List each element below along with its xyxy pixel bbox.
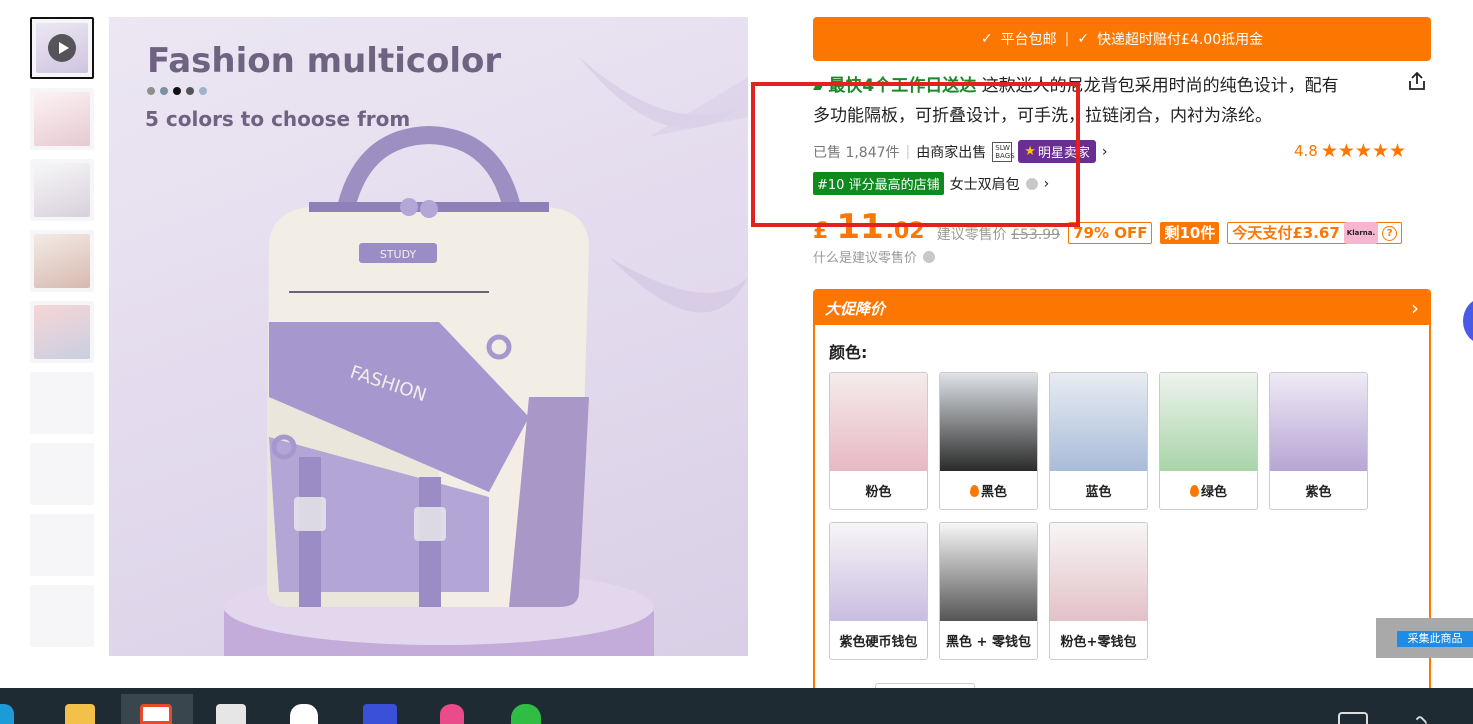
stock-tag[interactable]: 剩10件 [1160, 222, 1220, 244]
check-icon: ✓ [980, 31, 993, 47]
color-option-label: 紫色 [1305, 485, 1332, 500]
thumbnail-6[interactable] [30, 372, 94, 434]
thumbnail-2[interactable] [30, 88, 94, 150]
rrp-label: 建议零售价 [936, 227, 1007, 243]
shipping-banner[interactable]: ✓ 平台包邮 | ✓ 快递超时赔付£4.00抵用金 [813, 17, 1431, 61]
image-title: Fashion multicolor [147, 41, 502, 81]
rating[interactable]: 4.8 ★★★★★ [1294, 140, 1406, 162]
thumbnail-9[interactable] [30, 585, 94, 647]
notepad-icon[interactable] [216, 704, 246, 724]
color-option-label: 蓝色 [1085, 485, 1112, 500]
rating-stars: ★★★★★ [1320, 140, 1407, 162]
rrp-question[interactable]: 什么是建议零售价 [813, 247, 936, 266]
folder-icon[interactable] [65, 704, 95, 724]
keyboard-icon[interactable] [1338, 712, 1368, 724]
chevron-up-icon[interactable] [1415, 714, 1429, 724]
flame-icon [1189, 484, 1199, 497]
compensation-label: 快递超时赔付£4.00抵用金 [1097, 32, 1264, 48]
image-subtitle: 5 colors to choose from [145, 107, 411, 131]
floating-assistant-button[interactable] [1463, 298, 1473, 344]
color-option-blue[interactable]: 蓝色 [1049, 372, 1148, 510]
color-option-pink-purse[interactable]: 粉色+零钱包 [1049, 522, 1148, 660]
thumbnail-3[interactable] [30, 159, 94, 221]
color-dots [147, 87, 207, 95]
color-option-label: 黑色 [940, 481, 1037, 500]
color-option-pink[interactable]: 粉色 [829, 372, 928, 510]
color-option-black-purse[interactable]: 黑色 + 零钱包 [939, 522, 1038, 660]
qq-icon[interactable] [290, 704, 318, 724]
free-shipping-label: 平台包邮 [1000, 32, 1057, 48]
help-icon[interactable]: ? [1382, 225, 1398, 241]
rrp-value: £53.99 [1011, 227, 1061, 243]
color-option-purple[interactable]: 紫色 [1269, 372, 1368, 510]
thumbnail-5[interactable] [30, 301, 94, 363]
bag-label-study: STUDY [380, 248, 417, 261]
color-label: 颜色: [829, 343, 868, 362]
pay-today-label: 今天支付£3.67 [1232, 224, 1340, 242]
annotation-rectangle [751, 82, 1080, 227]
rrp-question-label: 什么是建议零售价 [813, 251, 918, 266]
1688-icon[interactable] [363, 704, 397, 724]
color-option-label: 粉色+零钱包 [1060, 635, 1137, 650]
klarna-tag[interactable]: 今天支付£3.67 Klarna. ? [1227, 222, 1403, 244]
stock-label: 剩10件 [1164, 224, 1216, 242]
color-option-green[interactable]: 绿色 [1159, 372, 1258, 510]
chevron-right-icon[interactable]: › [1411, 296, 1419, 320]
collect-product-widget[interactable]: 采集此商品 [1376, 618, 1473, 658]
rrp: 建议零售价 £53.99 [937, 224, 1060, 244]
color-option-label: 粉色 [865, 485, 892, 500]
check-icon: ✓ [1077, 31, 1090, 47]
wechat-icon[interactable] [511, 704, 541, 724]
klarna-logo: Klarna. [1343, 222, 1379, 244]
thumbnail-video[interactable] [30, 17, 94, 79]
collect-product-button[interactable]: 采集此商品 [1397, 631, 1473, 647]
thumbnail-4[interactable] [30, 230, 94, 292]
discount-tag: 79% OFF [1068, 222, 1153, 244]
thumbnail-list [30, 17, 94, 656]
chrome-variant-icon[interactable] [140, 704, 172, 724]
promo-panel: 大促降价 › 颜色: 粉色 黑色 蓝色 绿色 紫色 紫色硬币钱包 黑色 + 零钱… [813, 289, 1431, 709]
product-page: STUDY FASHION Fashion multicolor 5 color… [0, 0, 1473, 724]
main-product-image[interactable]: STUDY FASHION Fashion multicolor 5 color… [109, 17, 748, 656]
info-icon[interactable] [923, 250, 936, 263]
promo-title: 大促降价 [825, 299, 886, 318]
color-option-label: 绿色 [1160, 481, 1257, 500]
flame-icon [969, 484, 979, 497]
color-option-purple-coin-purse[interactable]: 紫色硬币钱包 [829, 522, 928, 660]
color-option-black[interactable]: 黑色 [939, 372, 1038, 510]
play-icon[interactable] [48, 34, 76, 62]
color-option-label: 黑色 + 零钱包 [946, 635, 1031, 650]
thumbnail-7[interactable] [30, 443, 94, 505]
chevron-right-icon[interactable]: › [1102, 144, 1108, 160]
promo-header[interactable]: 大促降价 › [815, 291, 1429, 325]
taskbar [0, 688, 1473, 724]
app-icon[interactable] [440, 704, 464, 724]
share-icon[interactable] [1406, 70, 1428, 92]
color-option-label: 紫色硬币钱包 [839, 635, 918, 650]
rating-value: 4.8 [1294, 142, 1318, 160]
thumbnail-8[interactable] [30, 514, 94, 576]
edge-icon[interactable] [0, 704, 14, 724]
banner-separator: | [1064, 31, 1070, 47]
